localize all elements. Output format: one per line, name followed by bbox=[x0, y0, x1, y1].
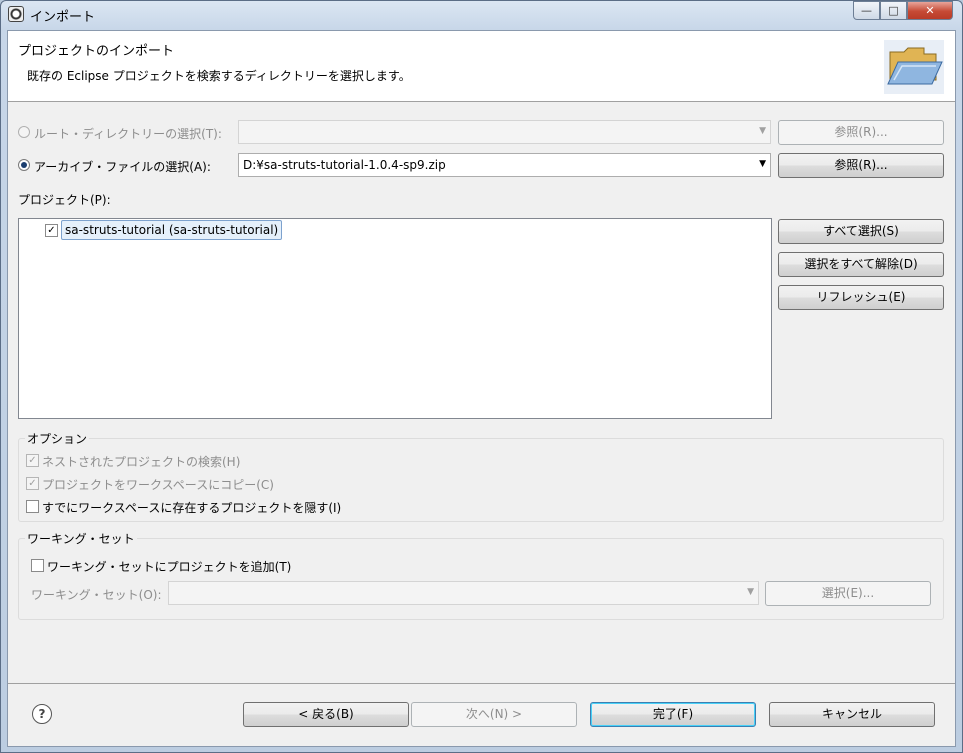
close-button[interactable]: ✕ bbox=[907, 1, 953, 20]
add-to-working-set-checkbox[interactable] bbox=[31, 559, 44, 572]
select-working-set-button[interactable]: 選択(E)... bbox=[765, 581, 931, 606]
next-button[interactable]: 次へ(N) > bbox=[411, 702, 577, 727]
add-to-working-set-label: ワーキング・セットにプロジェクトを追加(T) bbox=[47, 560, 292, 574]
cancel-button[interactable]: キャンセル bbox=[769, 702, 935, 727]
hide-existing-label: すでにワークスペースに存在するプロジェクトを隠す(I) bbox=[42, 501, 342, 515]
hide-existing-checkbox[interactable] bbox=[26, 500, 39, 513]
search-nested-label: ネストされたプロジェクトの検索(H) bbox=[42, 455, 241, 469]
root-directory-radio[interactable] bbox=[18, 126, 30, 138]
back-button[interactable]: < 戻る(B) bbox=[243, 702, 409, 727]
archive-file-combo[interactable]: D:¥sa-struts-tutorial-1.0.4-sp9.zip ▼ bbox=[238, 153, 771, 177]
window-title: インポート bbox=[30, 10, 96, 25]
working-set-field-label: ワーキング・セット(O): bbox=[31, 588, 162, 602]
copy-to-workspace-checkbox[interactable]: ✓ bbox=[26, 477, 39, 490]
maximize-button[interactable]: □ bbox=[880, 1, 907, 20]
deselect-all-button[interactable]: 選択をすべて解除(D) bbox=[778, 252, 944, 277]
archive-file-radio[interactable] bbox=[18, 159, 30, 171]
wizard-title: プロジェクトのインポート bbox=[18, 44, 175, 59]
working-set-combo[interactable]: ▼ bbox=[168, 581, 759, 605]
chevron-down-icon: ▼ bbox=[759, 126, 766, 136]
projects-label: プロジェクト(P): bbox=[18, 193, 111, 207]
project-list-item[interactable]: sa-struts-tutorial (sa-struts-tutorial) bbox=[61, 220, 283, 240]
browse-archive-button[interactable]: 参照(R)... bbox=[778, 153, 944, 178]
select-all-button[interactable]: すべて選択(S) bbox=[778, 219, 944, 244]
chevron-down-icon: ▼ bbox=[747, 587, 754, 597]
minimize-button[interactable]: — bbox=[853, 1, 880, 20]
archive-file-label: アーカイブ・ファイルの選択(A): bbox=[34, 160, 211, 174]
working-sets-group-title: ワーキング・セット bbox=[25, 530, 137, 547]
finish-button[interactable]: 完了(F) bbox=[590, 702, 756, 727]
refresh-button[interactable]: リフレッシュ(E) bbox=[778, 285, 944, 310]
root-directory-label: ルート・ディレクトリーの選択(T): bbox=[34, 127, 222, 141]
project-list[interactable] bbox=[18, 218, 772, 419]
archive-file-value: D:¥sa-struts-tutorial-1.0.4-sp9.zip bbox=[243, 158, 446, 172]
copy-to-workspace-label: プロジェクトをワークスペースにコピー(C) bbox=[42, 478, 274, 492]
wizard-description: 既存の Eclipse プロジェクトを検索するディレクトリーを選択します。 bbox=[27, 69, 411, 83]
search-nested-checkbox[interactable]: ✓ bbox=[26, 454, 39, 467]
working-sets-group bbox=[18, 538, 944, 620]
chevron-down-icon: ▼ bbox=[759, 159, 766, 169]
help-icon[interactable]: ? bbox=[32, 704, 52, 724]
browse-root-button[interactable]: 参照(R)... bbox=[778, 120, 944, 145]
options-group-title: オプション bbox=[25, 430, 90, 447]
footer-separator bbox=[8, 683, 955, 684]
root-directory-combo[interactable]: ▼ bbox=[238, 120, 771, 144]
project-checkbox[interactable]: ✓ bbox=[45, 224, 58, 237]
eclipse-icon bbox=[8, 6, 24, 22]
open-folder-icon bbox=[884, 40, 944, 94]
